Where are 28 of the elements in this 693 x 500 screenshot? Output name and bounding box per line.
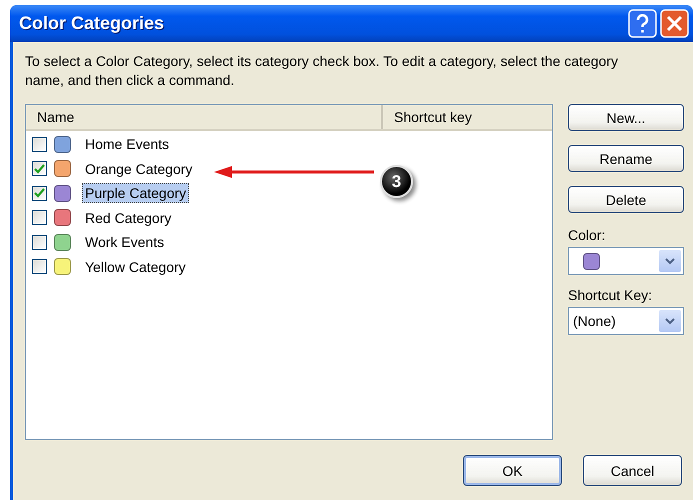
checkbox[interactable] [32,161,47,176]
checkbox[interactable] [32,136,47,152]
command-button[interactable]: Rename [568,145,684,172]
instruction-text: To select a Color Category, select its category check box. To edit a category, select the category name, and then click a command. [25,52,619,90]
column-header[interactable]: Name [26,105,383,129]
category-name[interactable]: Work Events [82,232,168,252]
column-header[interactable]: Shortcut key [383,105,472,129]
category-name[interactable]: Yellow Category [82,256,189,277]
checkbox[interactable] [32,186,47,201]
field-label: Color: [568,227,606,243]
help-icon[interactable] [628,9,657,38]
color-dropdown[interactable] [568,247,684,275]
dialog-button[interactable]: OK [463,455,562,486]
field-label: Shortcut Key: [568,287,654,303]
category-name[interactable]: Red Category [82,208,174,228]
category-name[interactable]: Home Events [82,134,172,154]
category-name[interactable]: Purple Category [82,183,190,204]
close-icon[interactable] [660,9,689,38]
checkbox[interactable] [32,234,47,250]
dialog-button[interactable]: Cancel [583,455,682,486]
checkbox[interactable] [32,259,47,274]
step-badge: 3 [380,165,413,198]
command-button[interactable]: New... [568,104,684,131]
command-button[interactable]: Delete [568,186,684,213]
window-title: Color Categories [19,13,166,34]
checkbox[interactable] [32,210,47,226]
category-name[interactable]: Orange Category [82,158,196,179]
shortcut-dropdown[interactable]: (None) [568,307,684,335]
